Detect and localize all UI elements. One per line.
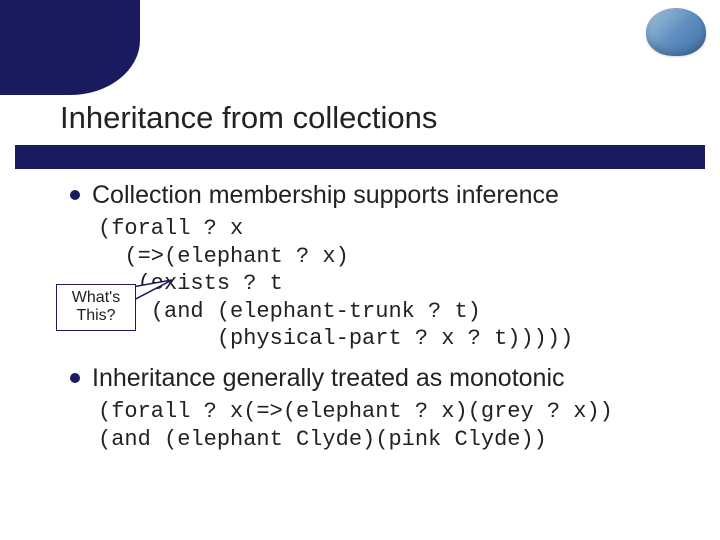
slide-title: Inheritance from collections: [60, 100, 437, 136]
code-block-1: (forall ? x (=>(elephant ? x) (exists ? …: [98, 215, 690, 353]
corner-decor: [0, 0, 140, 95]
slide: Inheritance from collections Collection …: [0, 0, 720, 540]
bullet-2: Inheritance generally treated as monoton…: [70, 363, 690, 394]
brain-logo-icon: [646, 8, 706, 56]
callout-line1: What's: [61, 289, 131, 307]
callout-line2: This?: [61, 307, 131, 325]
bullet-1: Collection membership supports inference: [70, 180, 690, 211]
bullet-2-text: Inheritance generally treated as monoton…: [92, 363, 565, 394]
code-block-2: (forall ? x(=>(elephant ? x)(grey ? x)) …: [98, 398, 690, 453]
callout-box: What's This?: [56, 284, 136, 331]
slide-body: Collection membership supports inference…: [70, 180, 690, 453]
bullet-dot-icon: [70, 190, 80, 200]
title-underline-bar: [15, 145, 705, 169]
bullet-1-text: Collection membership supports inference: [92, 180, 559, 211]
bullet-dot-icon: [70, 373, 80, 383]
